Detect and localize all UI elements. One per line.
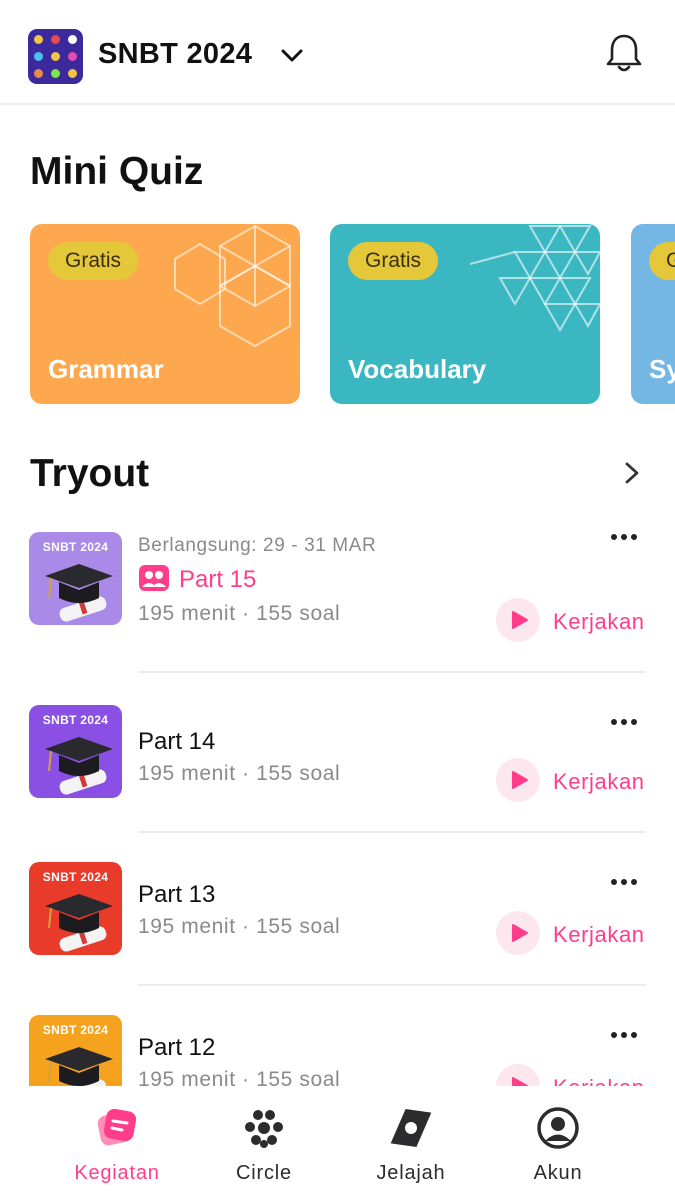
play-button[interactable]: [496, 758, 540, 802]
tryout-thumbnail: SNBT 2024: [29, 862, 122, 955]
free-badge: Gratis: [48, 242, 139, 280]
thumbnail-label: SNBT 2024: [42, 870, 109, 884]
nav-label: Kegiatan: [74, 1162, 160, 1184]
divider: [138, 984, 646, 986]
play-icon: [512, 924, 528, 942]
play-button[interactable]: [496, 911, 540, 955]
hexagon-pattern-icon: [174, 224, 291, 348]
more-options-icon[interactable]: [608, 1028, 640, 1042]
chevron-down-icon[interactable]: [278, 44, 306, 68]
program-title[interactable]: SNBT 2024: [98, 38, 252, 71]
more-options-icon[interactable]: [608, 715, 640, 729]
tryout-duration: 195 menit · 155 soal: [138, 762, 341, 785]
chevron-right-icon[interactable]: [620, 458, 644, 488]
play-button[interactable]: [496, 598, 540, 642]
circle-group-icon: [245, 1110, 283, 1148]
bottom-navigation: Kegiatan Circle Jelajah Akun: [0, 1086, 675, 1200]
triangle-pattern-icon: [470, 225, 600, 333]
mini-quiz-heading: Mini Quiz: [30, 150, 204, 193]
tryout-heading: Tryout: [30, 452, 150, 495]
tryout-duration: 195 menit · 155 soal: [138, 915, 341, 938]
play-icon: [512, 611, 528, 629]
quiz-card-vocabulary[interactable]: Gratis Vocabulary: [330, 224, 600, 404]
program-logo-icon[interactable]: [28, 29, 83, 84]
kegiatan-icon: [97, 1108, 137, 1146]
tryout-item-part-15[interactable]: SNBT 2024 Berlangsung: 29 - 31 MAR Part …: [0, 520, 675, 670]
kerjakan-button[interactable]: Kerjakan: [553, 922, 645, 948]
nav-item-akun[interactable]: Akun: [474, 1086, 642, 1200]
compass-icon: [390, 1109, 432, 1147]
tryout-item-part-13[interactable]: SNBT 2024 Part 13 195 menit · 155 soal K…: [0, 848, 675, 998]
account-icon: [537, 1107, 579, 1149]
thumbnail-label: SNBT 2024: [42, 1023, 109, 1037]
quiz-card-grammar[interactable]: Gratis Grammar: [30, 224, 300, 404]
quiz-card-title: Grammar: [48, 354, 164, 384]
nav-item-circle[interactable]: Circle: [180, 1086, 348, 1200]
nav-item-kegiatan[interactable]: Kegiatan: [33, 1086, 201, 1200]
tryout-thumbnail: SNBT 2024: [29, 532, 122, 625]
tryout-item-part-14[interactable]: SNBT 2024 Part 14 195 menit · 155 soal K…: [0, 690, 675, 840]
tryout-title: Part 15: [179, 566, 257, 593]
quiz-card-title: Sy: [649, 354, 675, 384]
bell-icon[interactable]: [604, 32, 644, 74]
nav-label: Circle: [236, 1162, 292, 1184]
free-badge: Gratis: [348, 242, 439, 280]
divider: [138, 831, 646, 833]
tryout-thumbnail: SNBT 2024: [29, 705, 122, 798]
tryout-title: Part 12: [138, 1034, 216, 1061]
tryout-title: Part 14: [138, 728, 216, 755]
tryout-duration: 195 menit · 155 soal: [138, 602, 341, 625]
quiz-card-partial[interactable]: Gratis Sy: [631, 224, 675, 404]
tryout-title: Part 13: [138, 881, 216, 908]
group-icon: [139, 565, 169, 591]
free-badge: Gratis: [649, 242, 675, 280]
quiz-card-title: Vocabulary: [348, 354, 487, 384]
nav-label: Akun: [533, 1162, 583, 1184]
schedule-text: Berlangsung: 29 - 31 MAR: [138, 535, 377, 556]
top-bar: SNBT 2024: [0, 0, 675, 105]
more-options-icon[interactable]: [608, 530, 640, 544]
kerjakan-button[interactable]: Kerjakan: [553, 609, 645, 635]
kerjakan-button[interactable]: Kerjakan: [553, 769, 645, 795]
nav-label: Jelajah: [376, 1162, 446, 1184]
thumbnail-label: SNBT 2024: [42, 713, 109, 727]
thumbnail-label: SNBT 2024: [42, 540, 109, 554]
play-icon: [512, 771, 528, 789]
nav-item-jelajah[interactable]: Jelajah: [327, 1086, 495, 1200]
more-options-icon[interactable]: [608, 875, 640, 889]
mini-quiz-carousel[interactable]: Gratis Grammar Gratis Vocabulary Gratis …: [0, 224, 675, 404]
divider: [138, 671, 646, 673]
